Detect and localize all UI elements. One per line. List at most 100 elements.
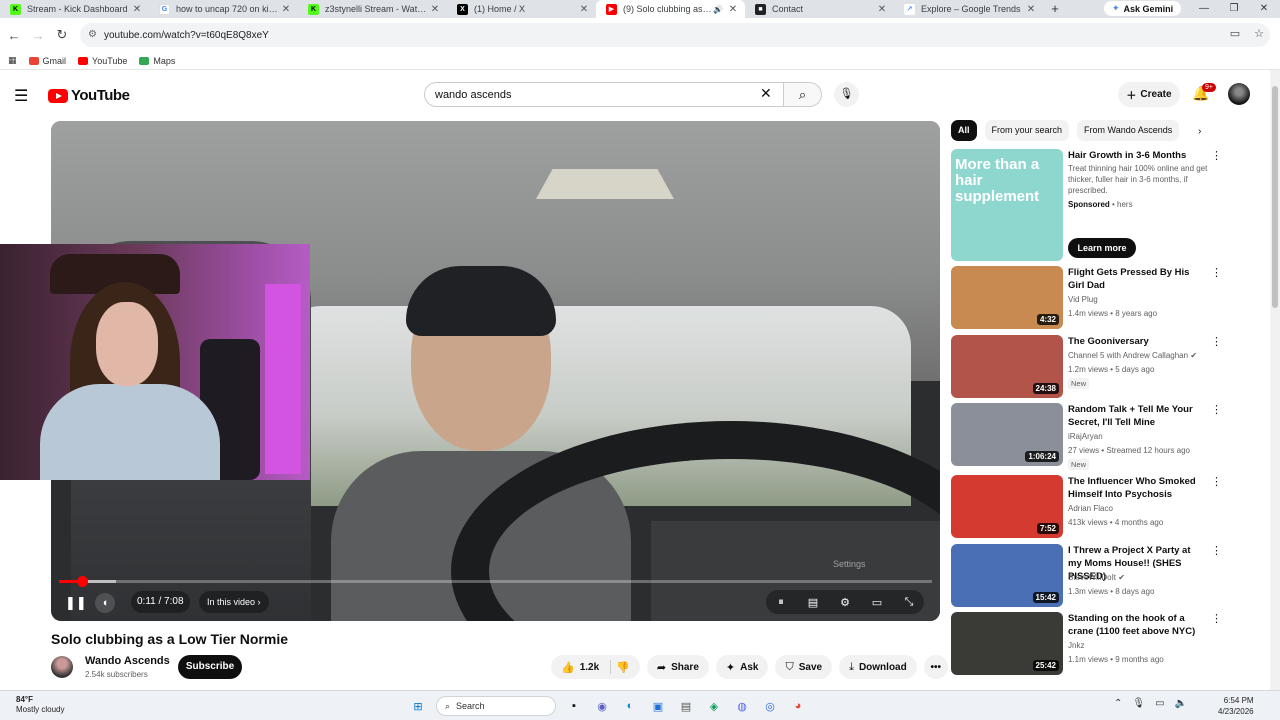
chip-from-channel[interactable]: From Wando Ascends (1077, 120, 1180, 141)
video-thumbnail[interactable]: 25:42 (951, 612, 1063, 675)
more-vert-icon[interactable]: ⋮ (1211, 335, 1222, 348)
close-icon[interactable]: ✕ (280, 4, 292, 15)
discord-icon[interactable]: ◍ (732, 696, 752, 716)
sponsored-ad[interactable]: More than a hair supplement Hair Growth … (951, 149, 1231, 261)
video-thumbnail[interactable]: 15:42 (951, 544, 1063, 607)
tab-contact[interactable]: ■ Contact ✕ (745, 0, 894, 18)
video-item-channel[interactable]: iRajAryan (1068, 432, 1103, 441)
video-item-channel[interactable]: Vid Plug (1068, 295, 1098, 304)
address-bar[interactable]: ⚙ youtube.com/watch?v=t60qE8Q8xeY ▭ ☆ (80, 23, 1270, 47)
captions-icon[interactable]: ▤ (804, 596, 822, 609)
bookmark-maps[interactable]: Maps (139, 56, 175, 66)
bookmark-gmail[interactable]: Gmail (28, 56, 66, 66)
ask-button[interactable]: ✦ Ask (715, 655, 769, 679)
share-button[interactable]: ➦ Share (646, 655, 709, 679)
video-item-title[interactable]: Standing on the hook of a crane (1100 fe… (1068, 612, 1203, 638)
more-vert-icon[interactable]: ⋮ (1211, 149, 1222, 162)
video-thumbnail[interactable]: 7:52 (951, 475, 1063, 538)
video-item-title[interactable]: Flight Gets Pressed By His Girl Dad (1068, 266, 1203, 292)
more-vert-icon[interactable]: ⋮ (1211, 612, 1222, 625)
volume-button[interactable]: ◖ (95, 593, 115, 613)
progress-scrubber[interactable] (76, 576, 88, 587)
pause-button[interactable]: ❚❚ (65, 595, 87, 611)
more-vert-icon[interactable]: ⋮ (1211, 544, 1222, 557)
video-thumbnail[interactable]: 4:32 (951, 266, 1063, 329)
chevron-right-icon[interactable]: › (1198, 126, 1201, 137)
app-icon[interactable]: ◈ (704, 696, 724, 716)
ad-thumbnail[interactable]: More than a hair supplement (951, 149, 1063, 261)
file-explorer-icon[interactable]: ▤ (676, 696, 696, 716)
volume-icon[interactable]: 🔈 (1175, 698, 1187, 709)
more-vert-icon[interactable]: ⋮ (1211, 475, 1222, 488)
channel-name[interactable]: Wando Ascends (85, 655, 170, 667)
restore-button[interactable]: ❐ (1218, 0, 1250, 18)
chip-from-your-search[interactable]: From your search (984, 120, 1070, 141)
video-item-channel[interactable]: Adrian Flaco (1068, 504, 1113, 513)
close-icon[interactable]: ✕ (727, 4, 739, 15)
page-scrollbar[interactable] (1270, 70, 1280, 690)
chevron-up-icon[interactable]: ⌃ (1114, 698, 1122, 709)
autoplay-toggle-icon[interactable]: ⏸ (772, 596, 790, 609)
video-thumbnail[interactable]: 24:38 (951, 335, 1063, 398)
list-item[interactable]: 7:52 The Influencer Who Smoked Himself I… (951, 475, 1231, 539)
scrollbar-thumb[interactable] (1272, 86, 1278, 308)
more-vert-icon[interactable]: ⋮ (1211, 403, 1222, 416)
chapter-button[interactable]: In this video › (199, 591, 269, 613)
tab-x-home[interactable]: X (1) Home / X ✕ (447, 0, 596, 18)
site-info-icon[interactable]: ⚙ (88, 29, 97, 40)
app-icon[interactable]: ◎ (760, 696, 780, 716)
list-item[interactable]: 4:32 Flight Gets Pressed By His Girl Dad… (951, 266, 1231, 330)
chat-icon[interactable]: ◉ (592, 696, 612, 716)
save-button[interactable]: ⛉ Save (775, 655, 833, 679)
list-item[interactable]: 24:38 The Gooniversary Channel 5 with An… (951, 335, 1231, 399)
store-icon[interactable]: ▣ (648, 696, 668, 716)
edge-icon[interactable]: ◐ (620, 696, 640, 716)
video-thumbnail[interactable]: 1:06:24 (951, 403, 1063, 466)
bookmark-star-icon[interactable]: ☆ (1254, 27, 1264, 40)
close-icon[interactable]: ✕ (131, 4, 143, 15)
chrome-icon[interactable]: ◕ (788, 696, 808, 716)
minimize-button[interactable]: — (1188, 0, 1220, 18)
speaker-icon[interactable]: 🔊 (713, 5, 723, 14)
more-vert-icon[interactable]: ⋮ (1211, 266, 1222, 279)
progress-bar[interactable] (59, 576, 932, 587)
close-icon[interactable]: ✕ (1025, 4, 1037, 15)
voice-search-button[interactable]: 🎙 (834, 82, 859, 107)
apps-grid-icon[interactable]: ▦ (8, 55, 17, 66)
theater-mode-icon[interactable]: ▭ (868, 596, 886, 609)
close-icon[interactable]: ✕ (876, 4, 888, 15)
reload-icon[interactable]: ↻ (50, 27, 74, 43)
new-tab-button[interactable]: + (1043, 0, 1067, 18)
more-actions-button[interactable]: ••• (923, 655, 948, 679)
search-input[interactable]: wando ascends (424, 82, 784, 107)
account-avatar[interactable] (1228, 83, 1250, 105)
exit-fullscreen-icon[interactable]: ⤡ (900, 596, 918, 609)
back-icon[interactable]: ← (2, 28, 26, 43)
tab-kick-stream[interactable]: K z3stynelli Stream - Watch Li ✕ (298, 0, 447, 18)
video-item-channel[interactable]: Jnkz (1068, 641, 1084, 650)
download-button[interactable]: ⤓ Download (839, 655, 917, 679)
bookmark-youtube[interactable]: YouTube (78, 56, 127, 66)
close-icon[interactable]: ✕ (429, 4, 441, 15)
forward-icon[interactable]: → (26, 28, 50, 43)
ask-gemini-button[interactable]: ✦ Ask Gemini (1104, 1, 1182, 16)
close-icon[interactable]: ✕ (578, 4, 590, 15)
cast-icon[interactable]: ▭ (1230, 27, 1240, 40)
windows-start-icon[interactable]: ⊞ (408, 696, 428, 716)
ad-title[interactable]: Hair Growth in 3-6 Months (1068, 149, 1203, 162)
chip-all[interactable]: All (951, 120, 977, 141)
system-clock[interactable]: 6:54 PM 4/23/2026 (1218, 695, 1254, 717)
video-item-title[interactable]: The Gooniversary (1068, 335, 1203, 348)
video-item-channel[interactable]: SteveWillDoIt ✔ (1068, 573, 1125, 582)
tab-kick-dashboard[interactable]: K Stream - Kick Dashboard ✕ (0, 0, 149, 18)
tab-google-trends[interactable]: ↗ Explore – Google Trends ✕ (894, 0, 1043, 18)
learn-more-button[interactable]: Learn more (1068, 238, 1136, 258)
task-view-icon[interactable]: ▪ (564, 696, 584, 716)
window-close-button[interactable]: ✕ (1248, 0, 1280, 18)
weather-widget[interactable]: 84°F Mostly cloudy (16, 695, 64, 715)
microphone-icon[interactable]: 🎙 (1132, 698, 1145, 709)
subscribe-button[interactable]: Subscribe (178, 655, 242, 679)
search-button[interactable]: ⌕ (784, 82, 822, 107)
tab-google-search[interactable]: G how to uncap 720 on kick st ✕ (149, 0, 298, 18)
video-item-channel[interactable]: Channel 5 with Andrew Callaghan ✔ (1068, 351, 1197, 360)
